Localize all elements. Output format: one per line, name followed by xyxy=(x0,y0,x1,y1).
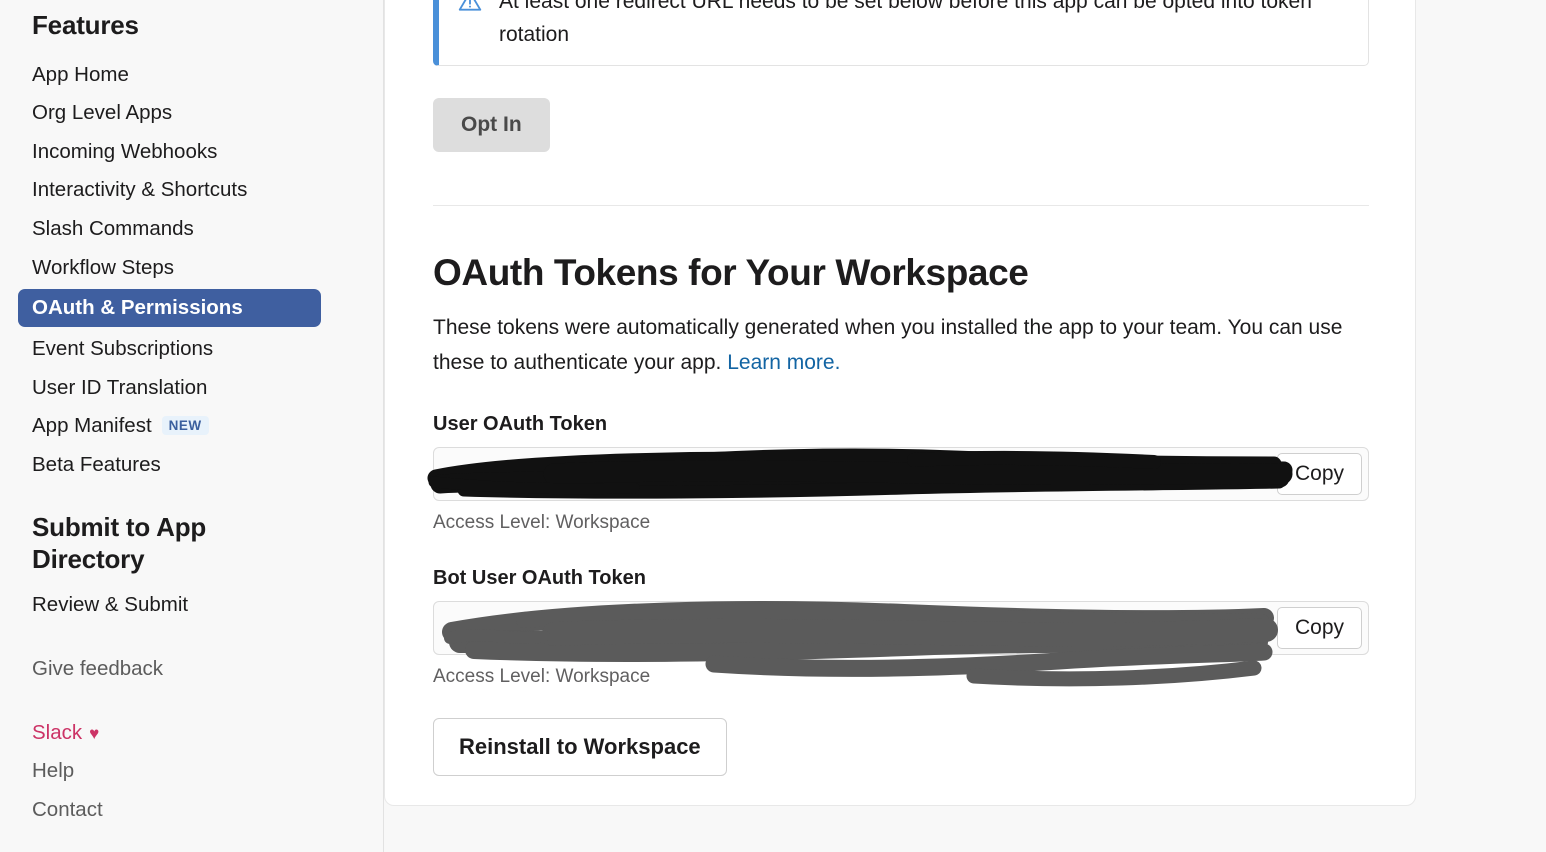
sidebar-slack-link[interactable]: Slack ♥ xyxy=(32,715,359,752)
sidebar-item-interactivity-shortcuts[interactable]: Interactivity & Shortcuts xyxy=(32,171,359,210)
sidebar-item-slash-commands[interactable]: Slash Commands xyxy=(32,210,359,249)
black-marker-scribble xyxy=(427,448,1293,499)
sidebar-item-label: Event Subscriptions xyxy=(32,336,214,360)
sidebar-item-label: User ID Translation xyxy=(32,375,208,399)
learn-more-link[interactable]: Learn more. xyxy=(727,351,840,374)
oauth-settings-card: At least one redirect URL needs to be se… xyxy=(384,0,1416,806)
sidebar-item-label: Org Level Apps xyxy=(32,101,173,125)
bot-user-oauth-token-label: Bot User OAuth Token xyxy=(433,566,646,589)
sidebar-item-review-submit[interactable]: Review & Submit xyxy=(32,585,359,624)
main-content: At least one redirect URL needs to be se… xyxy=(384,0,1546,852)
sidebar-item-user-id-translation[interactable]: User ID Translation xyxy=(32,368,359,407)
section-description: These tokens were automatically generate… xyxy=(433,311,1373,380)
sidebar-item-app-home[interactable]: App Home xyxy=(32,55,359,94)
bot-token-access-level: Access Level: Workspace xyxy=(433,665,651,687)
sidebar-item-app-manifest[interactable]: App Manifest NEW xyxy=(32,407,359,446)
sidebar-item-label: Interactivity & Shortcuts xyxy=(32,178,248,202)
sidebar-item-label: OAuth & Permissions xyxy=(32,296,243,320)
sidebar-nav-list: App Home Org Level Apps Incoming Webhook… xyxy=(18,55,359,484)
sidebar-item-label: App Home xyxy=(32,62,129,86)
sidebar-item-label: Review & Submit xyxy=(32,592,189,616)
redirect-url-alert: At least one redirect URL needs to be se… xyxy=(433,0,1369,67)
user-token-access-level: Access Level: Workspace xyxy=(433,511,651,533)
reinstall-to-workspace-button[interactable]: Reinstall to Workspace xyxy=(433,717,727,776)
app-root: Features App Home Org Level Apps Incomin… xyxy=(0,0,1546,852)
sidebar-item-label: Workflow Steps xyxy=(32,255,175,279)
opt-in-button[interactable]: Opt In xyxy=(433,98,550,153)
sidebar-item-label: Beta Features xyxy=(32,452,161,476)
sidebar-item-label: Incoming Webhooks xyxy=(32,139,218,163)
slack-label: Slack xyxy=(32,721,83,745)
sidebar-item-event-subscriptions[interactable]: Event Subscriptions xyxy=(32,329,359,368)
sidebar-item-label: Slash Commands xyxy=(32,217,194,240)
sidebar-item-workflow-steps[interactable]: Workflow Steps xyxy=(32,248,359,287)
alert-message: At least one redirect URL needs to be se… xyxy=(499,0,1312,46)
user-oauth-token-field[interactable]: Copy xyxy=(427,446,1369,501)
sidebar: Features App Home Org Level Apps Incomin… xyxy=(0,0,384,852)
sidebar-heading-features: Features xyxy=(32,10,139,40)
page-title: OAuth Tokens for Your Workspace xyxy=(433,252,1029,294)
copy-bot-token-button[interactable]: Copy xyxy=(1276,606,1362,649)
user-oauth-token-label: User OAuth Token xyxy=(433,412,608,435)
new-badge: NEW xyxy=(161,416,209,436)
section-divider xyxy=(433,205,1369,207)
sidebar-item-oauth-permissions[interactable]: OAuth & Permissions xyxy=(18,288,321,328)
sidebar-item-beta-features[interactable]: Beta Features xyxy=(32,445,359,484)
sidebar-submit-list: Review & Submit xyxy=(32,585,359,624)
copy-user-token-button[interactable]: Copy xyxy=(1276,452,1362,495)
description-text: These tokens were automatically generate… xyxy=(433,316,1343,374)
sidebar-give-feedback[interactable]: Give feedback xyxy=(32,650,359,689)
sidebar-heading-submit-to-app-directory: Submit to App Directory xyxy=(32,511,207,574)
sidebar-item-incoming-webhooks[interactable]: Incoming Webhooks xyxy=(32,132,359,171)
warning-triangle-icon xyxy=(457,0,483,51)
sidebar-item-org-level-apps[interactable]: Org Level Apps xyxy=(32,94,359,133)
sidebar-contact-link[interactable]: Contact xyxy=(32,790,359,829)
heart-icon: ♥ xyxy=(89,723,100,743)
sidebar-help-link[interactable]: Help xyxy=(32,752,359,791)
bot-user-oauth-token-field[interactable]: Copy xyxy=(433,600,1369,687)
sidebar-item-label: App Manifest xyxy=(32,414,152,438)
